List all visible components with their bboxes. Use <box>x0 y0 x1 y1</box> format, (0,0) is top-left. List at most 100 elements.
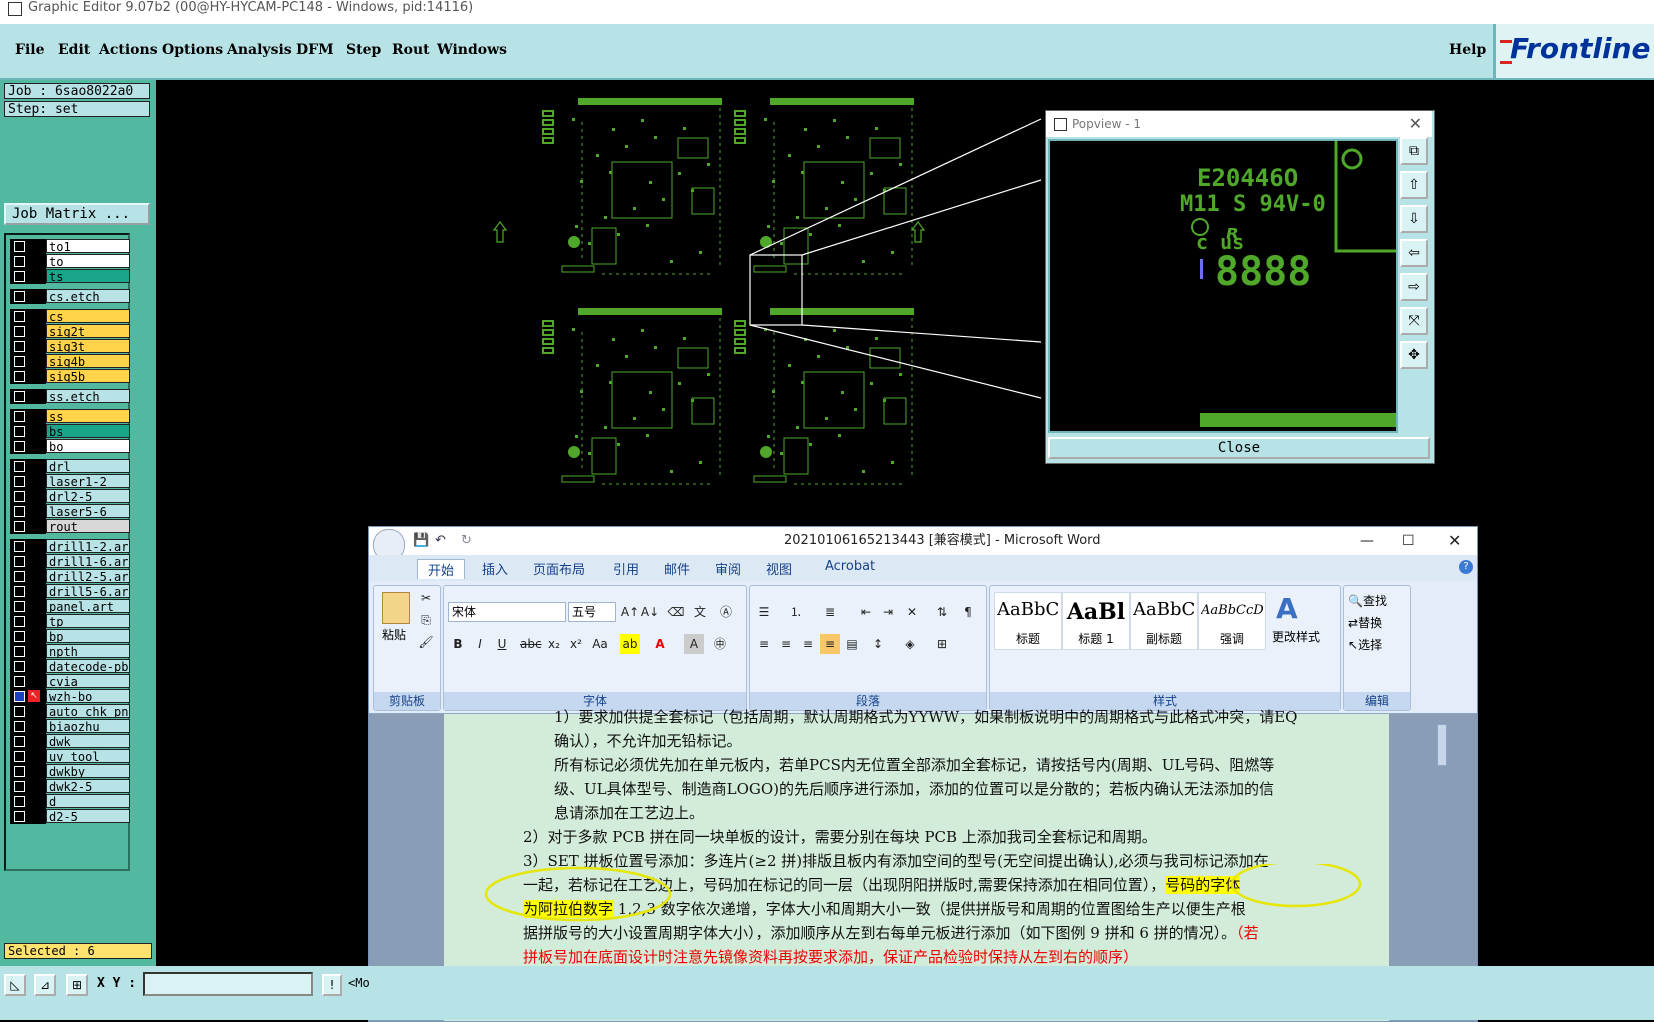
bold-icon[interactable]: B <box>448 634 468 654</box>
layer-name[interactable]: dwkby <box>46 764 130 778</box>
popview-close-button[interactable]: Close <box>1048 437 1430 459</box>
layer-row[interactable]: dwk <box>10 734 130 749</box>
paste-icon[interactable] <box>382 592 410 624</box>
save-icon[interactable]: 💾 <box>413 527 429 555</box>
layer-row[interactable]: drill5-6.art <box>10 584 130 599</box>
layer-name[interactable]: dwk2-5 <box>46 779 130 793</box>
layer-row[interactable]: cs.etch <box>10 289 130 304</box>
font-color-icon[interactable]: A <box>650 634 670 654</box>
layer-checkbox[interactable] <box>14 341 25 352</box>
layer-row[interactable]: ss.etch <box>10 389 130 404</box>
layer-name[interactable]: cs.etch <box>46 289 130 303</box>
char-border-icon[interactable]: Ⓐ <box>716 602 736 622</box>
enclose-char-icon[interactable]: ㊥ <box>710 634 730 654</box>
job-matrix-button[interactable]: Job Matrix ... <box>4 203 150 225</box>
change-case-icon[interactable]: Aa <box>590 634 610 654</box>
layer-name[interactable]: bp <box>46 629 130 643</box>
format-painter-icon[interactable]: 🖌 <box>416 632 436 652</box>
layer-name[interactable]: d <box>46 794 130 808</box>
layer-checkbox[interactable] <box>14 441 25 452</box>
menu-dfm[interactable]: DFM <box>296 42 334 58</box>
layer-checkbox[interactable] <box>14 766 25 777</box>
menu-help[interactable]: Help <box>1449 42 1486 58</box>
layer-row[interactable]: cs <box>10 309 130 324</box>
align-right-icon[interactable]: ≡ <box>798 634 818 654</box>
layer-row[interactable]: drl2-5 <box>10 489 130 504</box>
layer-name[interactable]: ts <box>46 269 130 283</box>
grow-font-icon[interactable]: A↑ <box>620 602 640 622</box>
info-icon[interactable]: ! <box>322 974 342 996</box>
draw-line-icon[interactable]: ◺ <box>4 974 26 996</box>
layer-checkbox[interactable] <box>14 506 25 517</box>
layer-name[interactable]: to <box>46 254 130 268</box>
menu-step[interactable]: Step <box>346 42 381 58</box>
popview-down-icon[interactable]: ⇩ <box>1400 205 1428 233</box>
menu-actions[interactable]: Actions <box>99 42 158 58</box>
line-spacing-icon[interactable]: ↕ <box>868 634 888 654</box>
increase-indent-icon[interactable]: ⇥ <box>878 602 898 622</box>
popview-close-icon[interactable]: ✕ <box>1409 111 1422 137</box>
tab-layout[interactable]: 页面布局 <box>533 559 585 578</box>
numbering-icon[interactable]: ⒈ <box>786 602 806 622</box>
layer-checkbox[interactable] <box>14 571 25 582</box>
layer-row[interactable]: sig2t <box>10 324 130 339</box>
cut-icon[interactable]: ✂ <box>416 588 436 608</box>
layer-checkbox[interactable] <box>14 461 25 472</box>
layer-checkbox[interactable] <box>14 476 25 487</box>
tab-references[interactable]: 引用 <box>613 559 639 578</box>
subscript-icon[interactable]: x₂ <box>544 634 564 654</box>
layer-row[interactable]: cvia <box>10 674 130 689</box>
layer-checkbox[interactable] <box>14 646 25 657</box>
underline-icon[interactable]: U <box>492 634 512 654</box>
minimize-icon[interactable]: — <box>1360 527 1374 555</box>
show-marks-icon[interactable]: ¶ <box>958 602 978 622</box>
layer-row[interactable]: d <box>10 794 130 809</box>
layer-checkbox[interactable] <box>14 781 25 792</box>
layer-name[interactable]: sig2t <box>46 324 130 338</box>
layer-name[interactable]: sig5b <box>46 369 130 383</box>
decrease-indent-icon[interactable]: ⇤ <box>856 602 876 622</box>
popview-canvas[interactable]: E20446O M11 S 94V-0 c us 8888 ᴿ <box>1048 139 1398 433</box>
layer-checkbox[interactable] <box>14 616 25 627</box>
font-name-combo[interactable]: 宋体 <box>448 602 566 622</box>
layer-row[interactable]: ss <box>10 409 130 424</box>
layer-name[interactable]: npth <box>46 644 130 658</box>
layer-checkbox[interactable] <box>14 706 25 717</box>
change-styles-label[interactable]: 更改样式 <box>1272 628 1320 645</box>
tab-home[interactable]: 开始 <box>417 559 466 579</box>
layer-name[interactable]: d2-5 <box>46 809 130 823</box>
clear-format-icon[interactable]: ⌫ <box>666 602 686 622</box>
replace-button[interactable]: ⇄替换 <box>1348 614 1382 631</box>
copy-icon[interactable]: ⎘ <box>416 610 436 630</box>
popview-up-icon[interactable]: ⇧ <box>1400 171 1428 199</box>
layer-checkbox[interactable] <box>14 661 25 672</box>
layer-name[interactable]: datecode-pbe <box>46 659 130 673</box>
layer-row[interactable]: ts <box>10 269 130 284</box>
menu-edit[interactable]: Edit <box>58 42 90 58</box>
tab-review[interactable]: 审阅 <box>715 559 741 578</box>
layer-checkbox[interactable] <box>14 241 25 252</box>
menu-windows[interactable]: Windows <box>437 42 507 58</box>
layer-checkbox[interactable] <box>14 736 25 747</box>
style-heading1[interactable]: AaBl 标题 1 <box>1062 592 1130 650</box>
layer-name[interactable]: sig3t <box>46 339 130 353</box>
word-close-icon[interactable]: ✕ <box>1448 527 1461 555</box>
layer-row[interactable]: drill2-5.art <box>10 569 130 584</box>
layer-name[interactable]: dwk <box>46 734 130 748</box>
distributed-icon[interactable]: ▤ <box>842 634 862 654</box>
layer-row[interactable]: to1 <box>10 239 130 254</box>
layer-row[interactable]: npth <box>10 644 130 659</box>
tab-view[interactable]: 视图 <box>766 559 792 578</box>
highlight-icon[interactable]: ab <box>620 634 640 654</box>
layer-name[interactable]: laser1-2 <box>46 474 130 488</box>
layer-name[interactable]: drl2-5 <box>46 489 130 503</box>
paste-label[interactable]: 粘贴 <box>382 626 406 643</box>
borders-icon[interactable]: ⊞ <box>932 634 952 654</box>
popview-left-icon[interactable]: ⇦ <box>1400 239 1428 267</box>
layer-row[interactable]: bs <box>10 424 130 439</box>
superscript-icon[interactable]: x² <box>566 634 586 654</box>
help-icon[interactable]: ? <box>1459 560 1473 574</box>
layer-row[interactable]: uv_tool <box>10 749 130 764</box>
layer-checkbox[interactable] <box>14 556 25 567</box>
bullets-icon[interactable]: ☰ <box>754 602 774 622</box>
